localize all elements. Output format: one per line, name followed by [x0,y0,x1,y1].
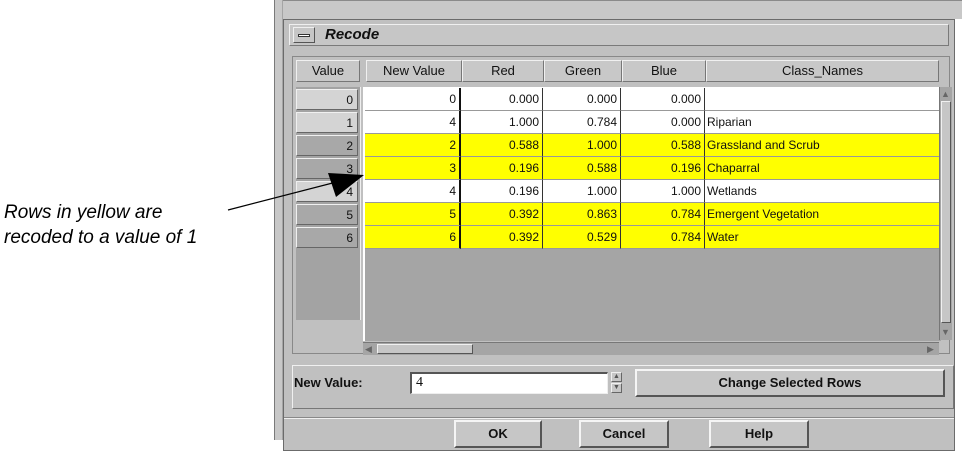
annotation-arrow [227,173,364,211]
